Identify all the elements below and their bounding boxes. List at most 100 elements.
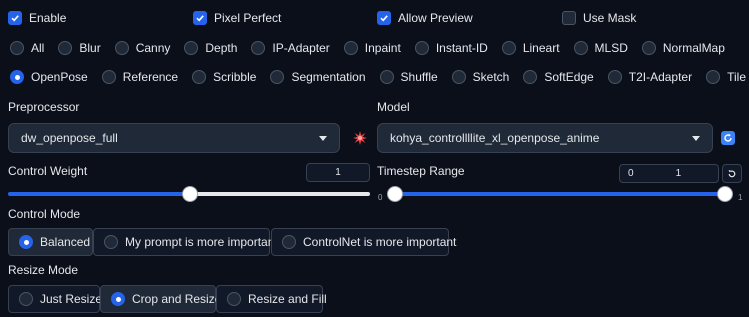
- allow-preview-checkbox[interactable]: Allow Preview: [377, 10, 473, 26]
- timestep-end-value: 1: [675, 168, 682, 179]
- control-type-row-1: All Blur Canny Depth IP-Adapter Inpaint …: [10, 40, 725, 56]
- radio-icon: [573, 41, 588, 55]
- radio-icon: [706, 70, 721, 84]
- control-type-instant-id[interactable]: Instant-ID: [414, 41, 488, 55]
- radio-icon: [641, 41, 656, 55]
- radio-label: All: [31, 41, 45, 55]
- radio-icon: [379, 70, 394, 84]
- radio-label: Balanced: [40, 235, 91, 249]
- radio-icon: [523, 70, 538, 84]
- resize-mode-label: Resize Mode: [8, 263, 79, 277]
- enable-checkbox[interactable]: Enable: [8, 10, 66, 26]
- control-type-scribble[interactable]: Scribble: [192, 70, 256, 84]
- timestep-range-track[interactable]: [395, 192, 725, 196]
- control-type-t2i-adapter[interactable]: T2I-Adapter: [607, 70, 693, 84]
- reset-icon[interactable]: [722, 164, 742, 183]
- control-mode-prompt-important[interactable]: My prompt is more important: [93, 228, 278, 256]
- radio-label: MLSD: [594, 41, 628, 55]
- radio-label: Shuffle: [400, 70, 438, 84]
- control-mode-label: Control Mode: [8, 207, 81, 221]
- radio-label: Crop and Resize: [132, 292, 222, 306]
- radio-label: Just Resize: [40, 292, 103, 306]
- timestep-min-tick: 0: [378, 193, 383, 202]
- checkbox-check-icon: [8, 11, 22, 25]
- radio-icon: [501, 41, 516, 55]
- checkbox-check-icon: [377, 11, 391, 25]
- radio-label: OpenPose: [31, 70, 88, 84]
- checkbox-check-icon: [193, 11, 207, 25]
- timestep-start-input[interactable]: 0 1: [619, 164, 719, 183]
- radio-selected-icon: [19, 235, 33, 249]
- pixel-perfect-checkbox[interactable]: Pixel Perfect: [193, 10, 281, 26]
- radio-label: IP-Adapter: [272, 41, 330, 55]
- radio-label: ControlNet is more important: [303, 235, 457, 249]
- radio-icon: [19, 292, 33, 306]
- control-type-inpaint[interactable]: Inpaint: [343, 41, 401, 55]
- resize-mode-resize-and-fill[interactable]: Resize and Fill: [216, 285, 327, 313]
- chevron-down-icon: [319, 135, 327, 141]
- control-type-mlsd[interactable]: MLSD: [573, 41, 628, 55]
- control-weight-slider-thumb[interactable]: [182, 186, 198, 202]
- timestep-start-thumb[interactable]: [387, 186, 403, 202]
- control-type-openpose[interactable]: OpenPose: [10, 70, 88, 84]
- control-weight-track[interactable]: [190, 192, 370, 196]
- radio-label: Scribble: [213, 70, 257, 84]
- control-weight-track-filled: [8, 192, 190, 196]
- preprocessor-dropdown[interactable]: dw_openpose_full: [8, 123, 340, 153]
- radio-label: Sketch: [472, 70, 510, 84]
- radio-icon: [184, 41, 199, 55]
- model-label: Model: [377, 100, 410, 114]
- control-type-blur[interactable]: Blur: [58, 41, 101, 55]
- control-type-all[interactable]: All: [10, 41, 44, 55]
- radio-label: Reference: [122, 70, 179, 84]
- control-type-segmentation[interactable]: Segmentation: [270, 70, 366, 84]
- preprocessor-value: dw_openpose_full: [21, 131, 118, 145]
- timestep-range-label: Timestep Range: [377, 164, 465, 178]
- radio-label: Depth: [205, 41, 238, 55]
- timestep-max-tick: 1: [738, 193, 743, 202]
- control-weight-label: Control Weight: [8, 164, 88, 178]
- radio-icon: [227, 292, 241, 306]
- radio-label: Canny: [135, 41, 171, 55]
- control-mode-controlnet-important[interactable]: ControlNet is more important: [271, 228, 456, 256]
- radio-icon: [343, 41, 358, 55]
- radio-selected-icon: [111, 292, 125, 306]
- control-type-canny[interactable]: Canny: [114, 41, 171, 55]
- radio-label: Lineart: [522, 41, 560, 55]
- pixel-perfect-label: Pixel Perfect: [214, 11, 282, 25]
- use-mask-checkbox[interactable]: Use Mask: [562, 10, 636, 26]
- radio-selected-icon: [10, 70, 24, 84]
- resize-mode-crop-and-resize[interactable]: Crop and Resize: [100, 285, 221, 313]
- radio-icon: [282, 235, 296, 249]
- radio-label: My prompt is more important: [125, 235, 278, 249]
- explosion-icon[interactable]: [352, 130, 368, 146]
- radio-icon: [114, 41, 129, 55]
- radio-label: Inpaint: [364, 41, 401, 55]
- control-type-normalmap[interactable]: NormalMap: [641, 41, 725, 55]
- refresh-icon[interactable]: [721, 131, 735, 145]
- control-type-ip-adapter[interactable]: IP-Adapter: [251, 41, 330, 55]
- timestep-end-thumb[interactable]: [717, 186, 733, 202]
- control-type-depth[interactable]: Depth: [184, 41, 237, 55]
- control-type-reference[interactable]: Reference: [101, 70, 179, 84]
- radio-label: SoftEdge: [544, 70, 594, 84]
- control-type-shuffle[interactable]: Shuffle: [379, 70, 438, 84]
- control-type-tile[interactable]: Tile: [706, 70, 746, 84]
- resize-mode-just-resize[interactable]: Just Resize: [8, 285, 103, 313]
- control-type-sketch[interactable]: Sketch: [451, 70, 510, 84]
- model-value: kohya_controllllite_xl_openpose_anime: [390, 131, 600, 145]
- radio-label: NormalMap: [662, 41, 725, 55]
- radio-label: Blur: [79, 41, 101, 55]
- enable-label: Enable: [29, 11, 67, 25]
- control-type-lineart[interactable]: Lineart: [501, 41, 560, 55]
- control-mode-balanced[interactable]: Balanced: [8, 228, 93, 256]
- radio-icon: [451, 70, 466, 84]
- radio-label: T2I-Adapter: [628, 70, 693, 84]
- checkbox-empty-icon: [562, 11, 576, 25]
- preprocessor-label: Preprocessor: [8, 100, 80, 114]
- model-dropdown[interactable]: kohya_controllllite_xl_openpose_anime: [377, 123, 713, 153]
- radio-label: Tile: [727, 70, 746, 84]
- chevron-down-icon: [692, 135, 700, 141]
- control-weight-input[interactable]: 1: [306, 163, 370, 182]
- control-type-softedge[interactable]: SoftEdge: [523, 70, 594, 84]
